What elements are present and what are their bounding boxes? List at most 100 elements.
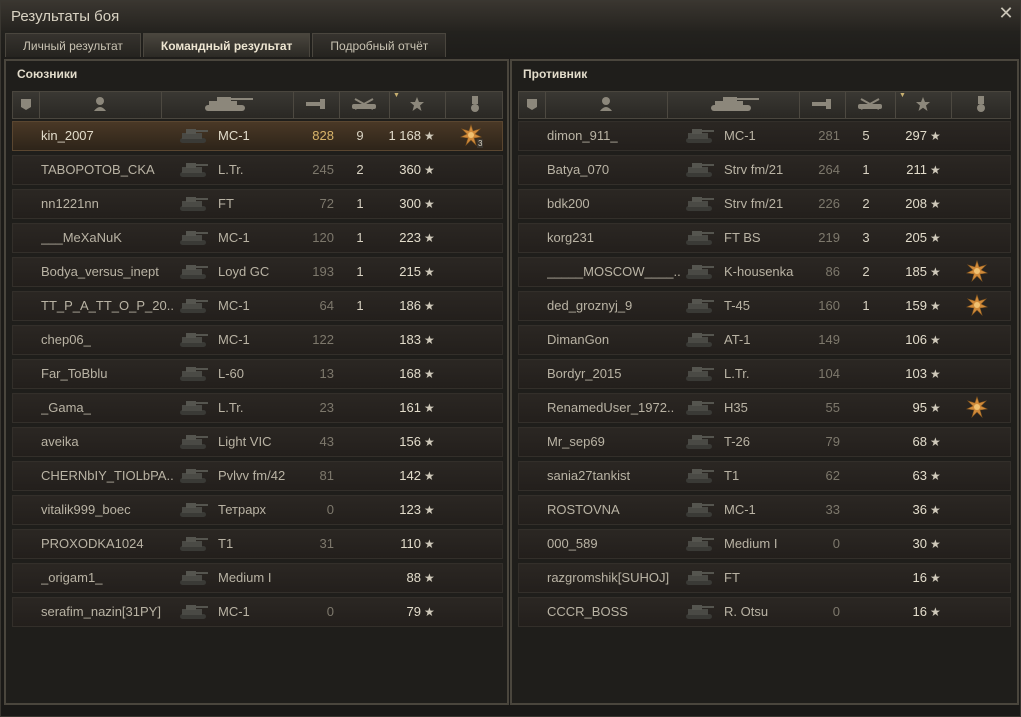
enemies-player-row[interactable]: RenamedUser_1972.. H35 55 95 ★: [518, 393, 1011, 423]
enemies-player-row[interactable]: razgromshik[SUHOJ] FT 16 ★: [518, 563, 1011, 593]
allies-col-player[interactable]: [39, 92, 162, 118]
allies-player-row[interactable]: TT_P_A_TT_O_P_20.. MC-1 64 1 186 ★: [12, 291, 503, 321]
allies-player-row[interactable]: nn1221nn FT 72 1 300 ★: [12, 189, 503, 219]
experience-value: 142: [399, 468, 421, 483]
enemies-list: dimon_911_ MC-1 281 5 297 ★ Batya_070 Strv fm/2…: [518, 121, 1011, 631]
damage-value: 43: [319, 434, 334, 449]
damage-value: 264: [818, 162, 840, 177]
player-name: ded_groznyj_9: [547, 298, 633, 313]
experience-star-icon: ★: [930, 129, 941, 143]
damage-value: 149: [818, 332, 840, 347]
experience-value: 360: [399, 162, 421, 177]
allies-player-row[interactable]: Far_ToBblu L-60 13 168 ★: [12, 359, 503, 389]
kills-value: [857, 360, 875, 388]
experience-value: 159: [905, 298, 927, 313]
allies-player-row[interactable]: vitalik999_boec Тетрарх 0 123 ★: [12, 495, 503, 525]
experience-star-icon: ★: [424, 367, 435, 381]
kills-value: 9: [356, 128, 364, 143]
allies-player-row[interactable]: chep06_ MC-1 122 183 ★: [12, 325, 503, 355]
enemies-player-row[interactable]: DimanGon AT-1 149 106 ★: [518, 325, 1011, 355]
allies-col-medal[interactable]: [445, 92, 504, 118]
allies-col-tank[interactable]: [161, 92, 294, 118]
enemies-col-rank[interactable]: [519, 92, 546, 118]
kills-value: 2: [862, 196, 870, 211]
enemies-player-row[interactable]: ROSTOVNA MC-1 33 36 ★: [518, 495, 1011, 525]
experience-star-icon: [915, 96, 931, 115]
tank-icon: [681, 466, 717, 486]
experience-value: 16: [912, 570, 927, 585]
enemies-player-row[interactable]: Bordyr_2015 L.Tr. 104 103 ★: [518, 359, 1011, 389]
tank-icon: [681, 500, 717, 520]
kills-value: [857, 394, 875, 422]
enemies-player-row[interactable]: sania27tankist T1 62 63 ★: [518, 461, 1011, 491]
kills-value: [857, 326, 875, 354]
allies-col-experience-star[interactable]: ▼: [389, 92, 446, 118]
enemies-player-row[interactable]: 000_589 Medium I 0 30 ★: [518, 529, 1011, 559]
tank-name: Loyd GC: [218, 264, 270, 279]
enemies-col-tank[interactable]: [667, 92, 800, 118]
enemies-player-row[interactable]: Mr_sep69 T-26 79 68 ★: [518, 427, 1011, 457]
experience-value: 68: [912, 434, 927, 449]
allies-player-row[interactable]: ___MeXaNuK MC-1 120 1 223 ★: [12, 223, 503, 253]
allies-player-row[interactable]: serafim_nazin[31PY] MC-1 0 79 ★: [12, 597, 503, 627]
player-name: Bodya_versus_inept: [41, 264, 159, 279]
experience-value: 183: [399, 332, 421, 347]
experience-value: 205: [905, 230, 927, 245]
enemies-panel: Противник ▼ dimon_911_ MC-1 281 5 297 ★ Batya_…: [510, 59, 1019, 705]
allies-player-row[interactable]: PROXODKA1024 T1 31 110 ★: [12, 529, 503, 559]
allies-player-row[interactable]: TABOPOTOB_CKA L.Tr. 245 2 360 ★: [12, 155, 503, 185]
experience-value: 211: [906, 162, 927, 177]
kills-value: [351, 598, 369, 626]
tank-name: R. Otsu: [724, 604, 769, 619]
player-name: _Gama_: [41, 400, 91, 415]
allies-col-kills[interactable]: [339, 92, 390, 118]
medal-count: 3: [477, 139, 484, 148]
experience-star-icon: ★: [930, 163, 941, 177]
kills-value: [857, 564, 875, 592]
tab-team-result[interactable]: Командный результат: [142, 33, 311, 57]
close-icon[interactable]: ✕: [998, 4, 1014, 22]
allies-player-row[interactable]: _Gama_ L.Tr. 23 161 ★: [12, 393, 503, 423]
enemies-player-row[interactable]: CCCR_BOSS R. Otsu 0 16 ★: [518, 597, 1011, 627]
enemies-player-row[interactable]: dimon_911_ MC-1 281 5 297 ★: [518, 121, 1011, 151]
player-name: _origam1_: [41, 570, 103, 585]
enemies-col-medal[interactable]: [951, 92, 1010, 118]
allies-col-rank[interactable]: [13, 92, 40, 118]
battle-results-window: Результаты боя ✕ Личный результат Команд…: [0, 0, 1021, 717]
allies-player-row[interactable]: aveika Light VIC 43 156 ★: [12, 427, 503, 457]
experience-value: 297: [905, 128, 927, 143]
allies-col-damage[interactable]: [293, 92, 340, 118]
experience-value: 106: [905, 332, 927, 347]
experience-star-icon: ★: [424, 231, 435, 245]
sort-indicator-icon: ▼: [393, 92, 400, 99]
enemies-col-kills[interactable]: [845, 92, 896, 118]
damage-value: 0: [832, 604, 840, 619]
player-name: bdk200: [547, 196, 590, 211]
enemies-col-player[interactable]: [545, 92, 668, 118]
allies-player-row[interactable]: _origam1_ Medium I 88 ★: [12, 563, 503, 593]
player-name: korg231: [547, 230, 594, 245]
allies-player-row[interactable]: CHERNbIY_TIOLbPA.. Pvlvv fm/42 81 142 ★: [12, 461, 503, 491]
tab-detailed-report[interactable]: Подробный отчёт: [312, 33, 447, 57]
tank-icon: [175, 228, 211, 248]
enemies-player-row[interactable]: _____MOSCOW____.. K-housenka 86 2 185 ★: [518, 257, 1011, 287]
tab-personal-result[interactable]: Личный результат: [5, 33, 141, 57]
experience-value: 215: [399, 264, 421, 279]
enemies-col-experience-star[interactable]: ▼: [895, 92, 952, 118]
tank-icon: [681, 568, 717, 588]
kills-value: [351, 530, 369, 558]
player-name: _____MOSCOW____..: [547, 264, 681, 279]
enemies-col-damage[interactable]: [799, 92, 846, 118]
enemies-player-row[interactable]: korg231 FT BS 219 3 205 ★: [518, 223, 1011, 253]
allies-player-row[interactable]: kin_2007 MC-1 828 9 1 168 ★ 3: [12, 121, 503, 151]
enemies-player-row[interactable]: ded_groznyj_9 T-45 160 1 159 ★: [518, 291, 1011, 321]
kills-value: [351, 462, 369, 490]
tank-icon: [681, 534, 717, 554]
tank-icon: [681, 398, 717, 418]
player-name: DimanGon: [547, 332, 610, 347]
damage-value: [288, 564, 334, 592]
enemies-player-row[interactable]: Batya_070 Strv fm/21 264 1 211 ★: [518, 155, 1011, 185]
kills-value: 2: [356, 162, 364, 177]
allies-player-row[interactable]: Bodya_versus_inept Loyd GC 193 1 215 ★: [12, 257, 503, 287]
enemies-player-row[interactable]: bdk200 Strv fm/21 226 2 208 ★: [518, 189, 1011, 219]
